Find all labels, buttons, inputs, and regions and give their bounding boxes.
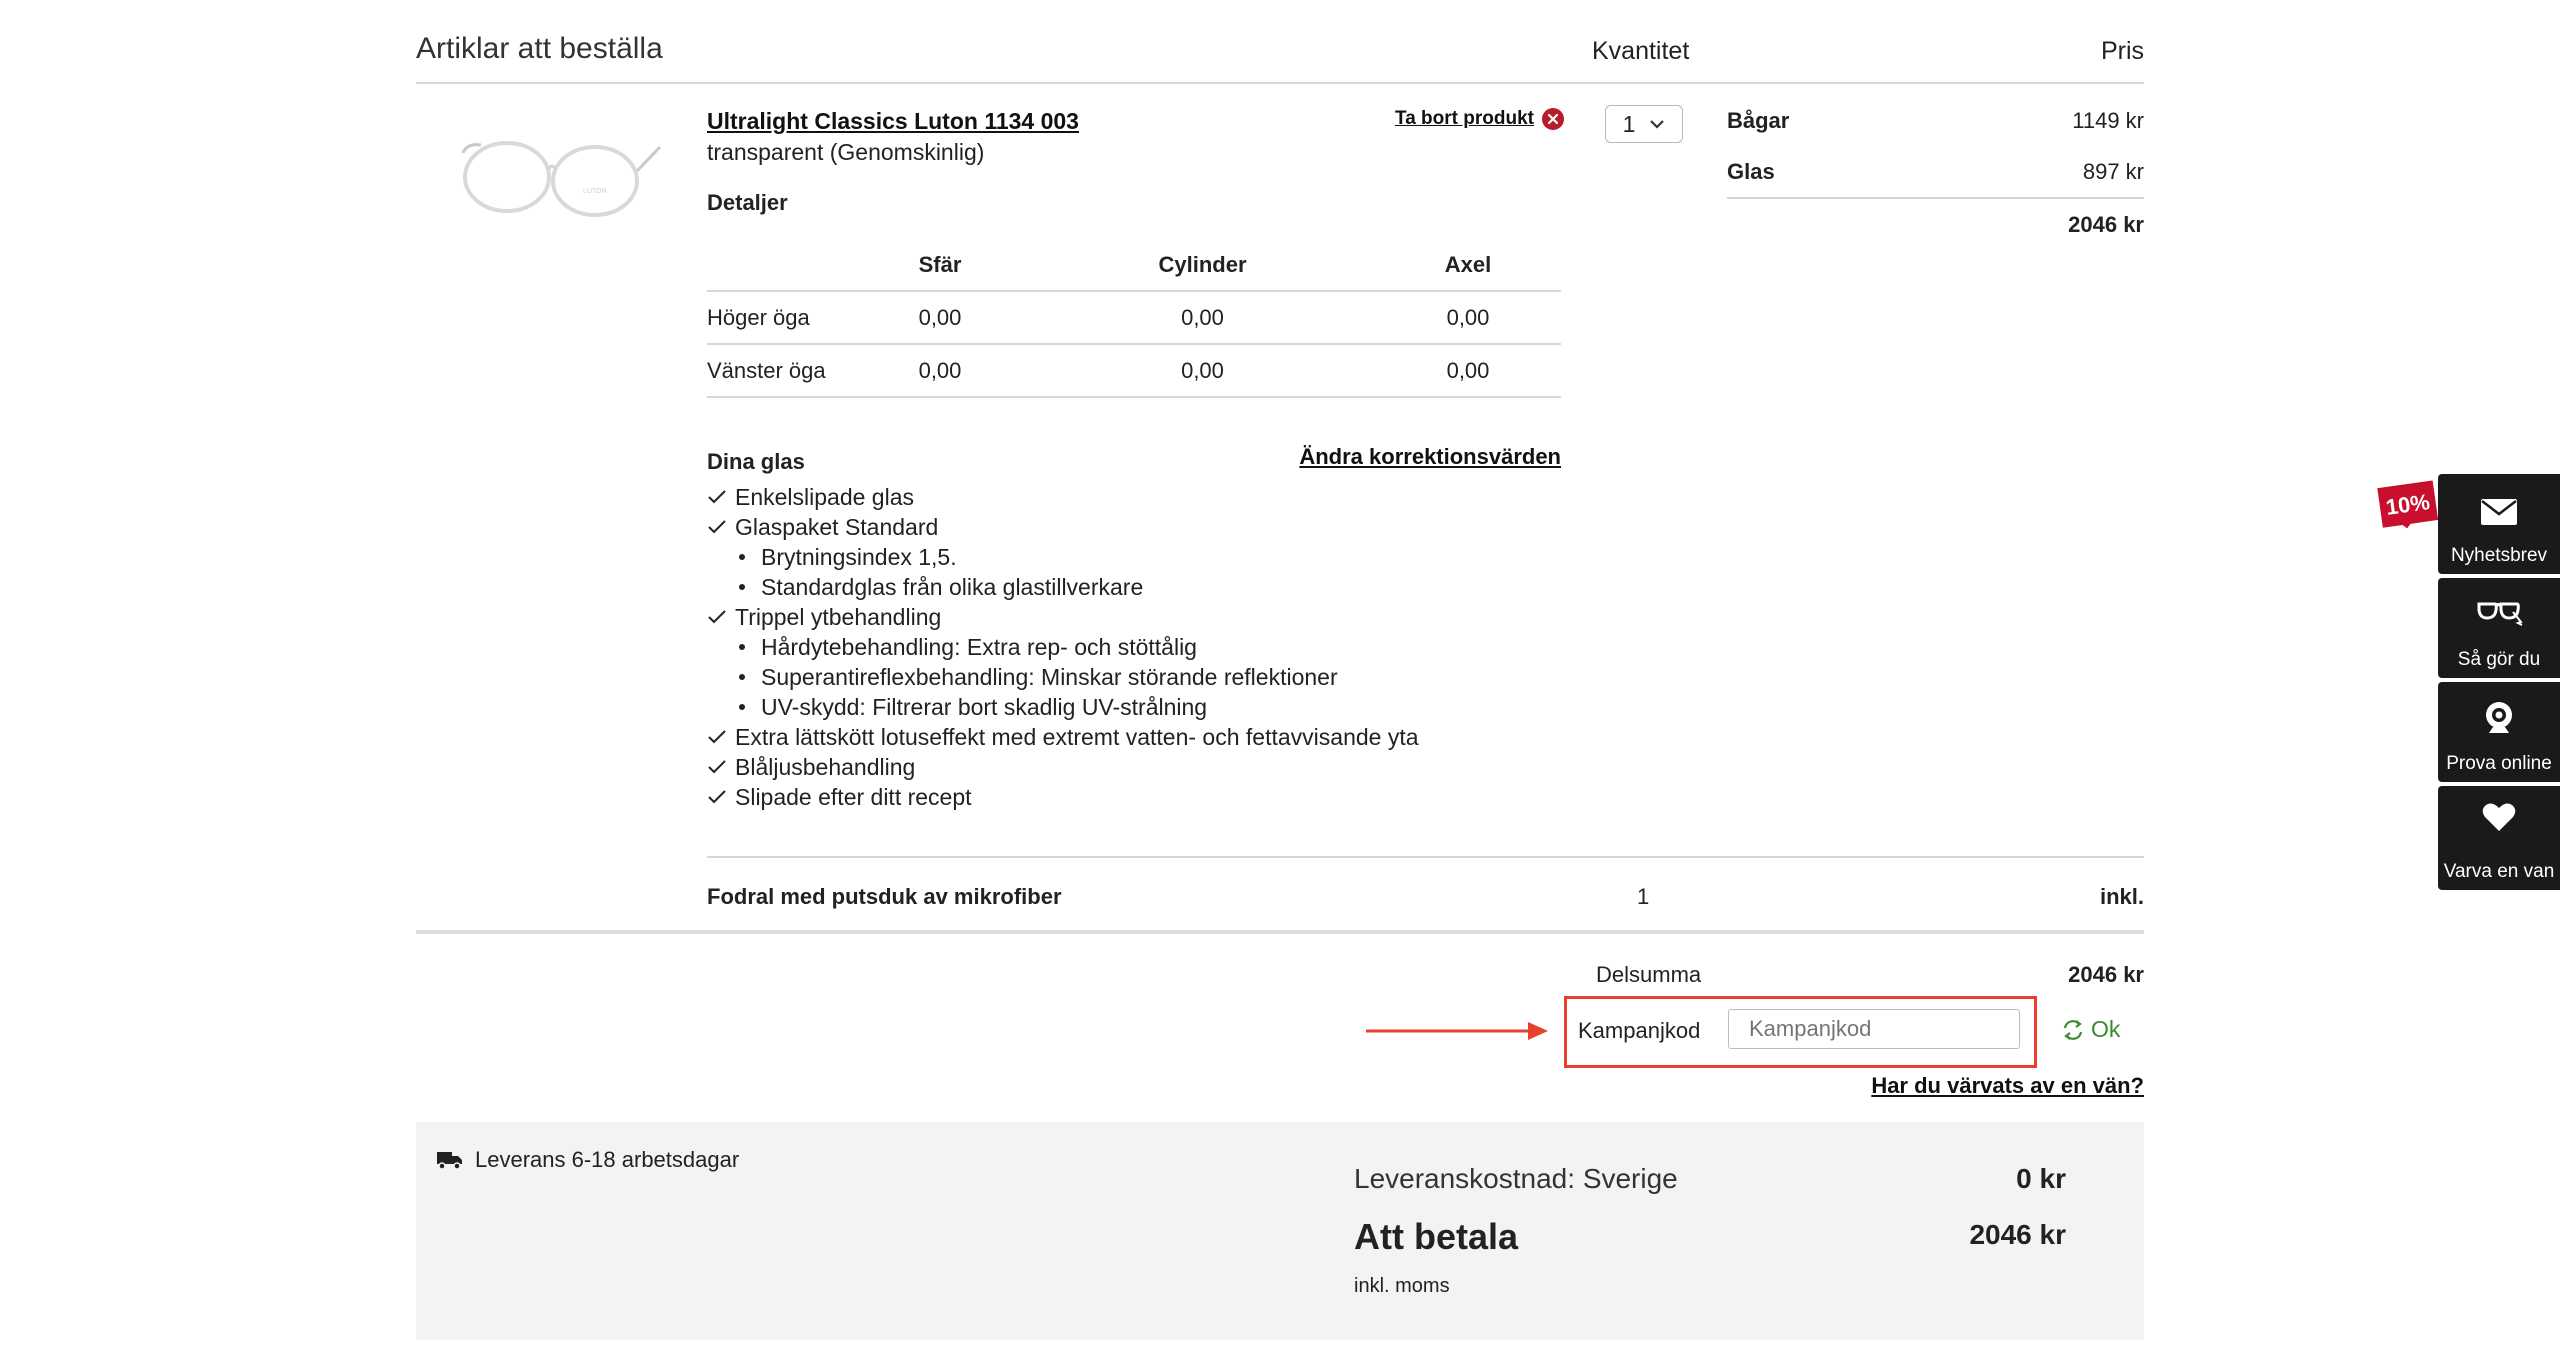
col-cyl-header: Cylinder xyxy=(1158,252,1247,277)
rx-right-cyl: 0,00 xyxy=(1181,305,1224,330)
feature-subitem: Brytningsindex 1,5. xyxy=(707,542,1419,572)
section-divider xyxy=(416,930,2144,934)
svg-text:LUTON: LUTON xyxy=(583,188,607,195)
sidebar-try-online-button[interactable]: Prova online xyxy=(2438,682,2560,782)
promo-code-input[interactable] xyxy=(1728,1009,2020,1049)
remove-icon xyxy=(1541,108,1564,130)
promo-apply-label: Ok xyxy=(2091,1016,2121,1042)
promo-label: Kampanjkod xyxy=(1578,1018,1701,1043)
delivery-time-label: Leverans 6-18 arbetsdagar xyxy=(475,1147,740,1172)
shipping-cost-value: 0 kr xyxy=(2016,1163,2066,1194)
glasses-icon xyxy=(2477,602,2523,626)
rx-left-axis: 0,00 xyxy=(1446,358,1490,383)
rx-row-left-label: Vänster öga xyxy=(707,358,826,383)
lens-price: 897 kr xyxy=(2082,159,2144,184)
total-label: Att betala xyxy=(1354,1216,1519,1257)
remove-product-button[interactable]: Ta bort produkt xyxy=(1395,108,1564,130)
heart-icon xyxy=(2482,803,2516,831)
discount-badge[interactable]: 10% xyxy=(2377,480,2439,531)
frame-price: 1149 kr xyxy=(2072,108,2144,133)
col-axis-header: Axel xyxy=(1444,252,1492,277)
bullet-icon xyxy=(739,584,745,590)
bullet-icon xyxy=(739,704,745,710)
remove-product-label: Ta bort produkt xyxy=(1395,108,1534,129)
item-total: 2046 kr xyxy=(2068,212,2144,237)
bullet-icon xyxy=(739,644,745,650)
feature-item: Glaspaket Standard xyxy=(707,512,1419,542)
accessory-name: Fodral med putsduk av mikrofiber xyxy=(707,884,1062,909)
bullet-icon xyxy=(739,554,745,560)
rx-table-divider xyxy=(707,290,1561,292)
truck-icon xyxy=(437,1152,462,1170)
quantity-value: 1 xyxy=(1622,110,1636,137)
check-icon xyxy=(707,782,735,812)
col-sph-header: Sfär xyxy=(918,252,962,277)
check-icon xyxy=(707,482,735,512)
sidebar-how-to-label: Så gör du xyxy=(2457,649,2541,670)
feature-item: Enkelslipade glas xyxy=(707,482,1419,512)
feature-subitem: UV-skydd: Filtrerar bort skadlig UV-strå… xyxy=(707,692,1419,722)
feature-item: Slipade efter ditt recept xyxy=(707,782,1419,812)
sidebar-refer-friend-label: Varva en van xyxy=(2443,861,2555,882)
rx-table-divider xyxy=(707,343,1561,345)
lenses-heading: Dina glas xyxy=(707,449,805,474)
rx-row-right-label: Höger öga xyxy=(707,305,810,330)
accessory-price: inkl. xyxy=(2099,884,2144,909)
accessory-divider xyxy=(707,856,2144,858)
rx-table-divider xyxy=(707,396,1561,398)
accessory-qty: 1 xyxy=(1637,884,1650,909)
quantity-column-header: Kvantitet xyxy=(1592,37,1690,65)
rx-right-axis: 0,00 xyxy=(1446,305,1490,330)
total-value: 2046 kr xyxy=(1969,1219,2066,1250)
section-title: Artiklar att beställa xyxy=(416,32,663,65)
lens-feature-list: Enkelslipade glas Glaspaket Standard Bry… xyxy=(707,482,1419,812)
check-icon xyxy=(707,602,735,632)
rx-right-sph: 0,00 xyxy=(918,305,962,330)
shipping-cost-label: Leveranskostnad: Sverige xyxy=(1354,1163,1678,1194)
annotation-arrow-icon xyxy=(1366,1022,1548,1040)
check-icon xyxy=(707,722,735,752)
delivery-time: Leverans 6-18 arbetsdagar xyxy=(437,1147,739,1173)
product-name-link[interactable]: Ultralight Classics Luton 1134 003 xyxy=(707,108,1079,135)
frame-label: Bågar xyxy=(1727,108,1790,133)
vat-note: inkl. moms xyxy=(1354,1275,1450,1297)
referral-link[interactable]: Har du värvats av en vän? xyxy=(1871,1073,2144,1099)
quantity-select[interactable]: 1 xyxy=(1605,105,1683,143)
details-heading: Detaljer xyxy=(707,190,788,215)
chevron-down-icon xyxy=(1650,120,1665,129)
sidebar-newsletter-button[interactable]: Nyhetsbrev xyxy=(2438,474,2560,574)
product-color: transparent (Genomskinlig) xyxy=(707,139,985,165)
price-divider xyxy=(1727,197,2144,199)
lens-label: Glas xyxy=(1727,159,1775,184)
rx-left-sph: 0,00 xyxy=(918,358,962,383)
header-divider xyxy=(416,82,2144,84)
rx-left-cyl: 0,00 xyxy=(1181,358,1224,383)
refresh-icon xyxy=(2063,1019,2083,1040)
feature-item: Trippel ytbehandling xyxy=(707,602,1419,632)
sidebar-how-to-button[interactable]: Så gör du xyxy=(2438,578,2560,678)
price-column-header: Pris xyxy=(2100,37,2144,65)
check-icon xyxy=(707,512,735,542)
promo-apply-button[interactable]: Ok xyxy=(2061,1016,2120,1043)
subtotal-value: 2046 kr xyxy=(2068,962,2144,987)
feature-subitem: Superantireflexbehandling: Minskar störa… xyxy=(707,662,1419,692)
sidebar-try-online-label: Prova online xyxy=(2446,753,2552,774)
product-image[interactable]: LUTON xyxy=(455,125,665,225)
glasses-thumbnail: LUTON xyxy=(461,141,662,217)
bullet-icon xyxy=(739,674,745,680)
envelope-icon xyxy=(2481,499,2517,525)
feature-subitem: Standardglas från olika glastillverkare xyxy=(707,572,1419,602)
subtotal-label: Delsumma xyxy=(1596,962,1702,987)
webcam-icon xyxy=(2486,702,2512,733)
edit-rx-link[interactable]: Ändra korrektionsvärden xyxy=(1299,444,1561,470)
sidebar-refer-friend-button[interactable]: Varva en van xyxy=(2438,786,2560,890)
feature-item: Blåljusbehandling xyxy=(707,752,1419,782)
feature-subitem: Hårdytebehandling: Extra rep- och stöttå… xyxy=(707,632,1419,662)
feature-item: Extra lättskött lotuseffekt med extremt … xyxy=(707,722,1419,752)
sidebar-newsletter-label: Nyhetsbrev xyxy=(2450,545,2548,566)
check-icon xyxy=(707,752,735,782)
